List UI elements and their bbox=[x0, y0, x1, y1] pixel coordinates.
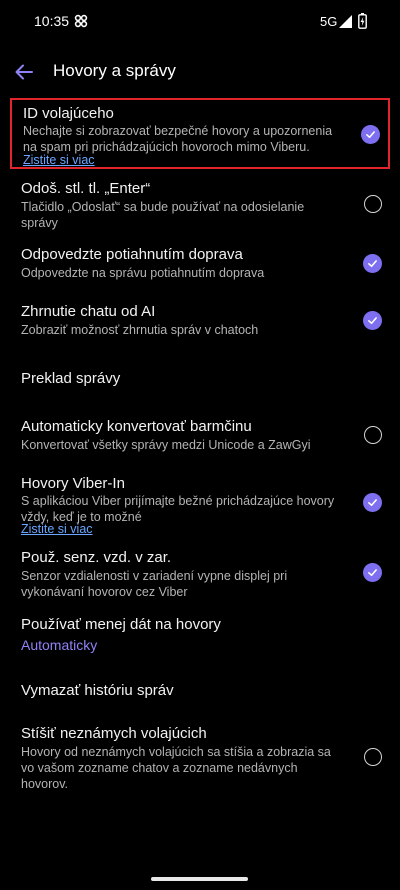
setting-description: Tlačidlo „Odoslať“ sa bude používať na o… bbox=[21, 200, 305, 230]
checkbox-checked[interactable] bbox=[363, 493, 382, 512]
setting-title: Automaticky konvertovať barmčinu bbox=[21, 418, 252, 435]
setting-caller-id[interactable]: ID volajúceho Nechajte si zobrazovať bez… bbox=[10, 98, 390, 169]
setting-description: S aplikáciou Viber prijímajte bežné pric… bbox=[21, 494, 335, 524]
checkbox-unchecked[interactable] bbox=[364, 426, 382, 444]
setting-enter-send[interactable]: Odoš. stl. tl. „Enter“ Tlačidlo „Odoslať… bbox=[10, 172, 390, 236]
setting-viber-in-calls[interactable]: Hovory Viber-In S aplikáciou Viber prijí… bbox=[10, 469, 390, 537]
setting-message-translation[interactable]: Preklad správy bbox=[10, 362, 390, 398]
setting-clear-history[interactable]: Vymazať históriu správ bbox=[10, 674, 390, 710]
network-type: 5G bbox=[320, 14, 338, 29]
setting-title: Odoš. stl. tl. „Enter“ bbox=[21, 180, 151, 197]
back-arrow-icon bbox=[15, 64, 33, 80]
setting-title: Stíšiť neznámych volajúcich bbox=[21, 725, 207, 742]
setting-description: Hovory od neznámych volajúcich sa stíšia… bbox=[21, 745, 331, 791]
status-bar: 10:35 5G bbox=[0, 0, 400, 44]
setting-description: Konvertovať všetky správy medzi Unicode … bbox=[21, 438, 311, 452]
check-icon bbox=[368, 317, 377, 325]
setting-title: Odpovedzte potiahnutím doprava bbox=[21, 246, 243, 263]
setting-title: Preklad správy bbox=[21, 370, 121, 387]
setting-description: Odpovedzte na správu potiahnutím doprava bbox=[21, 266, 265, 280]
home-indicator[interactable] bbox=[151, 877, 248, 881]
check-icon bbox=[366, 131, 375, 139]
status-time: 10:35 bbox=[34, 13, 70, 29]
checkbox-unchecked[interactable] bbox=[364, 195, 382, 213]
setting-silence-unknown[interactable]: Stíšiť neznámych volajúcich Hovory od ne… bbox=[10, 718, 390, 796]
check-icon bbox=[368, 260, 377, 268]
setting-description: Senzor vzdialenosti v zariadení vypne di… bbox=[21, 569, 288, 599]
back-button[interactable] bbox=[10, 58, 38, 86]
check-icon bbox=[368, 569, 377, 577]
battery-charging-icon bbox=[358, 13, 367, 29]
setting-description: Nechajte si zobrazovať bezpečné hovory a… bbox=[23, 124, 333, 154]
checkbox-checked[interactable] bbox=[361, 125, 380, 144]
checkbox-checked[interactable] bbox=[363, 311, 382, 330]
learn-more-link[interactable]: Zistite si viac bbox=[21, 522, 93, 536]
pinwheel-icon bbox=[74, 14, 88, 28]
setting-proximity-sensor[interactable]: Použ. senz. vzd. v zar. Senzor vzdialeno… bbox=[10, 543, 390, 603]
setting-ai-summary[interactable]: Zhrnutie chatu od AI Zobraziť možnosť zh… bbox=[10, 297, 390, 345]
learn-more-link[interactable]: Zistite si viac bbox=[23, 153, 95, 167]
setting-description: Zobraziť možnosť zhrnutia správ v chatoc… bbox=[21, 323, 259, 337]
setting-less-data-calls[interactable]: Používať menej dát na hovory Automaticky bbox=[10, 609, 390, 661]
setting-swipe-reply[interactable]: Odpovedzte potiahnutím doprava Odpovedzt… bbox=[10, 240, 390, 288]
checkbox-checked[interactable] bbox=[363, 563, 382, 582]
setting-title: Použ. senz. vzd. v zar. bbox=[21, 549, 172, 566]
checkbox-unchecked[interactable] bbox=[364, 748, 382, 766]
setting-title: Vymazať históriu správ bbox=[21, 682, 174, 699]
app-bar: Hovory a správy bbox=[0, 44, 400, 100]
page-title: Hovory a správy bbox=[53, 61, 176, 80]
check-icon bbox=[368, 499, 377, 507]
setting-title: Používať menej dát na hovory bbox=[21, 616, 221, 633]
setting-title: Zhrnutie chatu od AI bbox=[21, 303, 156, 320]
setting-value: Automaticky bbox=[21, 637, 98, 653]
signal-icon bbox=[339, 15, 352, 28]
setting-burmese-convert[interactable]: Automaticky konvertovať barmčinu Konvert… bbox=[10, 412, 390, 460]
setting-title: ID volajúceho bbox=[23, 105, 114, 122]
setting-title: Hovory Viber-In bbox=[21, 475, 125, 492]
checkbox-checked[interactable] bbox=[363, 254, 382, 273]
